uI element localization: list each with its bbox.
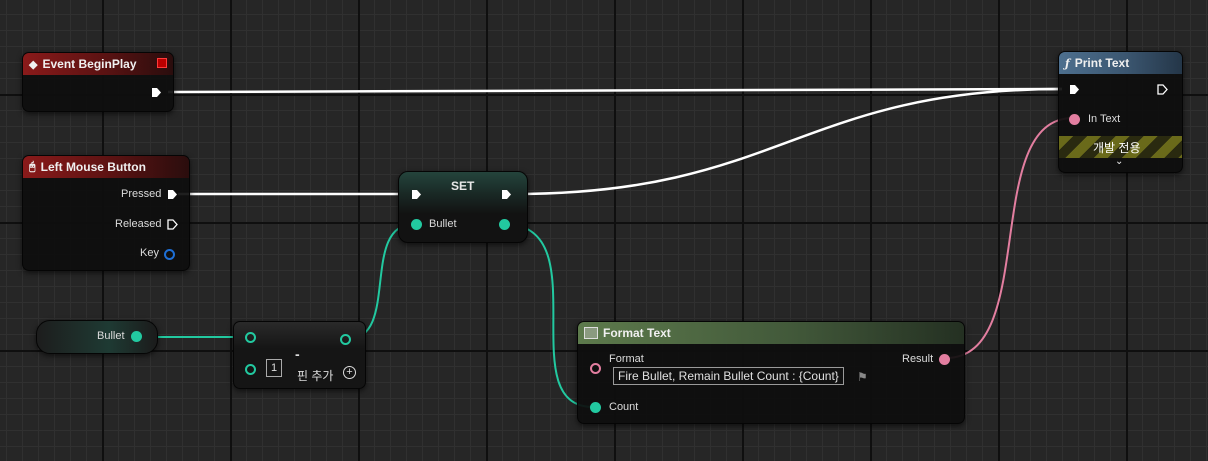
set-variable-node[interactable]: SET Bullet	[398, 171, 528, 243]
bullet-getter-label: Bullet	[97, 330, 125, 342]
diamond-event-icon: ◆	[29, 58, 38, 71]
set-title: SET	[451, 179, 475, 193]
print-text-title: Print Text	[1074, 56, 1130, 70]
exec-wire-beginplay-to-print	[167, 87, 1063, 94]
result-out-pin[interactable]	[939, 354, 950, 365]
text-wire-result-to-intext	[945, 117, 1074, 359]
bullet-getter-node[interactable]: Bullet	[36, 320, 158, 354]
key-struct-pin[interactable]	[164, 249, 175, 260]
subtract-operator: -	[295, 346, 300, 362]
left-mouse-button-node[interactable]: 🖰 Left Mouse Button Pressed Released Key	[22, 155, 190, 271]
format-text-field[interactable]: Fire Bullet, Remain Bullet Count : {Coun…	[613, 367, 844, 385]
print-text-node[interactable]: ƒ Print Text In Text 개발 전용 ⌄	[1058, 51, 1183, 173]
left-mouse-button-title: Left Mouse Button	[40, 160, 146, 174]
event-delegate-pin[interactable]	[157, 58, 167, 68]
localization-flag-icon[interactable]: ⚑	[857, 370, 868, 384]
key-label: Key	[140, 247, 159, 259]
released-exec-pin[interactable]	[167, 219, 178, 230]
in-text-pin[interactable]	[1069, 114, 1080, 125]
development-only-banner: 개발 전용	[1059, 136, 1182, 158]
event-beginplay-node[interactable]: ◆ Event BeginPlay	[22, 52, 174, 112]
add-pin-icon[interactable]: +	[343, 366, 356, 379]
format-text-icon	[584, 327, 598, 339]
function-icon: ƒ	[1065, 56, 1070, 70]
development-only-label: 개발 전용	[1093, 141, 1141, 155]
format-text-header[interactable]: Format Text	[578, 322, 964, 344]
pressed-exec-pin[interactable]	[167, 189, 178, 200]
format-text-node[interactable]: Format Text Format Fire Bullet, Remain B…	[577, 321, 965, 424]
print-exec-out-pin[interactable]	[1157, 84, 1168, 95]
subtract-out-pin[interactable]	[340, 334, 351, 345]
format-label: Format	[609, 353, 644, 365]
count-in-pin[interactable]	[590, 402, 601, 413]
exec-out-pin[interactable]	[151, 87, 162, 98]
print-text-header[interactable]: ƒ Print Text	[1059, 52, 1182, 74]
subtract-a-pin[interactable]	[245, 332, 256, 343]
expand-chevron-icon[interactable]: ⌄	[1115, 156, 1123, 167]
set-bullet-in-pin[interactable]	[411, 219, 422, 230]
set-exec-in-pin[interactable]	[411, 189, 422, 200]
subtract-b-pin[interactable]	[245, 364, 256, 375]
format-in-pin[interactable]	[590, 363, 601, 374]
in-text-label: In Text	[1088, 113, 1121, 125]
set-bullet-label: Bullet	[429, 218, 457, 230]
format-text-title: Format Text	[603, 326, 671, 340]
print-exec-in-pin[interactable]	[1069, 84, 1080, 95]
count-label: Count	[609, 401, 639, 413]
left-mouse-button-header[interactable]: 🖰 Left Mouse Button	[23, 156, 189, 178]
subtract-b-value[interactable]: 1	[266, 359, 282, 377]
subtract-node[interactable]: - 1 핀 추가 +	[233, 321, 366, 389]
released-label: Released	[115, 218, 162, 230]
result-label: Result	[902, 353, 934, 365]
pressed-label: Pressed	[121, 188, 162, 200]
event-beginplay-header[interactable]: ◆ Event BeginPlay	[23, 53, 173, 75]
set-bullet-out-pin[interactable]	[499, 219, 510, 230]
bullet-getter-out-pin[interactable]	[131, 331, 142, 342]
mouse-icon: 🖰	[29, 160, 36, 173]
set-exec-out-pin[interactable]	[501, 189, 512, 200]
exec-wire-set-to-print	[513, 87, 1063, 196]
event-beginplay-title: Event BeginPlay	[42, 57, 137, 71]
add-pin-label[interactable]: 핀 추가	[297, 367, 333, 384]
